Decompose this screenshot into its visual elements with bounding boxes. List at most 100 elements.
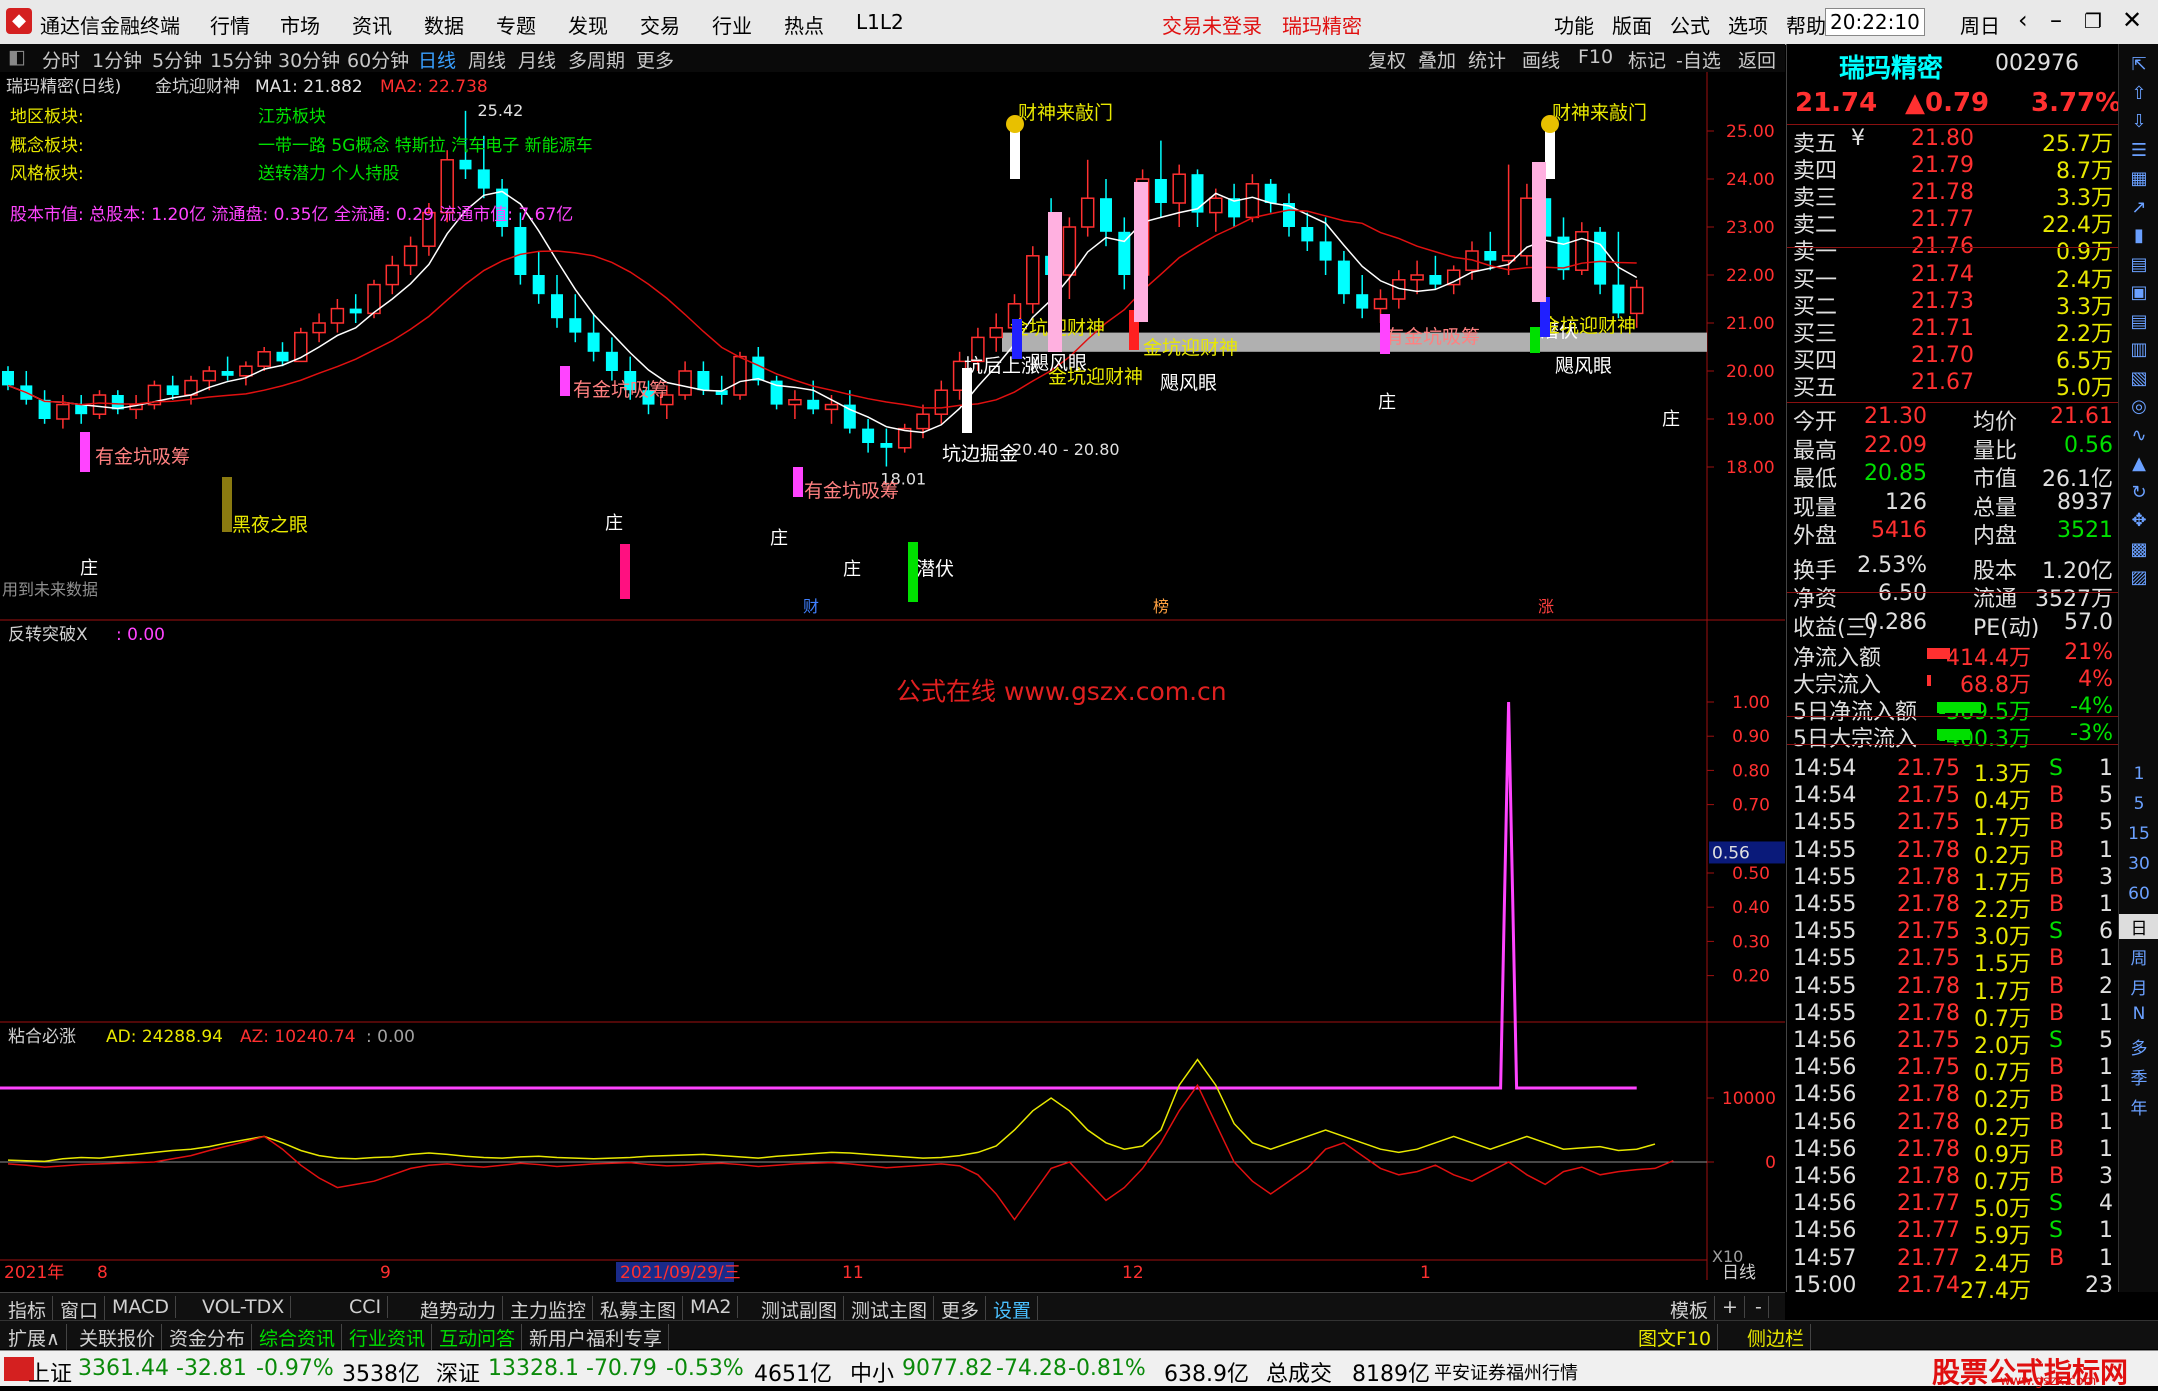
minimize-icon[interactable]: –	[2050, 6, 2062, 34]
flow-row[interactable]: 大宗流入 68.8万 4%	[1787, 667, 2119, 698]
tab-indicator-6[interactable]: 主力监控	[504, 1296, 594, 1323]
refresh-icon[interactable]: ↻	[2125, 482, 2153, 508]
tick-row[interactable]: 14:56 21.78 0.9万 B 1	[1787, 1137, 2119, 1168]
sh-name[interactable]: 上证	[28, 1356, 72, 1388]
tab-indicator-2[interactable]: MACD	[106, 1296, 176, 1318]
period-more[interactable]: 更多	[636, 46, 674, 73]
stat-row[interactable]: 净资 6.50 流通 3527万	[1787, 581, 2119, 612]
bid-row[interactable]: 买二 21.73 3.3万	[1787, 289, 2119, 320]
tab-indicator-12[interactable]: 设置	[987, 1296, 1039, 1323]
tab-info-4[interactable]: 行业资讯	[343, 1324, 433, 1351]
tab-info-6[interactable]: 新用户福利专享	[523, 1324, 670, 1351]
tab-indicator-0[interactable]: 指标	[2, 1296, 54, 1323]
period-fenshi[interactable]: 分时	[42, 46, 80, 73]
period-weekly[interactable]: 周线	[468, 46, 506, 73]
tool-return[interactable]: 返回	[1738, 46, 1776, 73]
tab-info-1[interactable]: 关联报价	[73, 1324, 163, 1351]
ask-row[interactable]: 卖四 21.79 8.7万	[1787, 153, 2119, 184]
tick-row[interactable]: 14:56 21.75 2.0万 S 5	[1787, 1028, 2119, 1059]
candle-icon[interactable]: ▮	[2125, 225, 2153, 251]
tick-row[interactable]: 14:56 21.78 0.2万 B 1	[1787, 1082, 2119, 1113]
tick-row[interactable]: 14:54 21.75 0.4万 B 5	[1787, 783, 2119, 814]
tab-right-1[interactable]: +	[1716, 1296, 1745, 1318]
tick-row[interactable]: 14:56 21.77 5.0万 S 4	[1787, 1191, 2119, 1222]
bid-row[interactable]: 买三 21.71 2.2万	[1787, 316, 2119, 347]
period-15min[interactable]: 15分钟	[210, 46, 272, 73]
toggle-icon[interactable]: ◧	[8, 46, 26, 68]
period-multi[interactable]: 多周期	[568, 46, 625, 73]
f2-icon[interactable]: ▥	[2125, 339, 2153, 365]
up-arrow-icon[interactable]: ⇧	[2125, 83, 2153, 109]
tick-row[interactable]: 14:57 21.77 2.4万 B 1	[1787, 1246, 2119, 1277]
bid-row[interactable]: 买一 21.74 2.4万	[1787, 262, 2119, 293]
tick-row[interactable]: 14:56 21.78 0.7万 B 3	[1787, 1164, 2119, 1195]
tab-indicator-7[interactable]: 私募主图	[594, 1296, 684, 1323]
menu-help[interactable]: 帮助	[1786, 10, 1826, 39]
stat-row[interactable]: 换手 2.53% 股本 1.20亿	[1787, 553, 2119, 584]
period-60min[interactable]: 60分钟	[347, 46, 409, 73]
side-period-9[interactable]: 多	[2119, 1034, 2158, 1059]
pin-icon[interactable]: ⇱	[2125, 54, 2153, 80]
stat-row[interactable]: 收益(三) 0.286 PE(动) 57.0	[1787, 610, 2119, 641]
menu-discover[interactable]: 发现	[568, 10, 608, 39]
move-icon[interactable]: ✥	[2125, 510, 2153, 536]
tab-indicator-4[interactable]: CCI	[343, 1296, 389, 1318]
side-period-7[interactable]: 月	[2119, 974, 2158, 999]
tick-row[interactable]: 14:55 21.78 1.7万 B 3	[1787, 865, 2119, 896]
bid-row[interactable]: 买五 21.67 5.0万	[1787, 370, 2119, 401]
menu-options[interactable]: 选项	[1728, 10, 1768, 39]
restore-icon[interactable]: ❐	[2084, 9, 2102, 33]
stats-icon[interactable]: ∿	[2125, 425, 2153, 451]
bid-row[interactable]: 买四 21.70 6.5万	[1787, 343, 2119, 374]
stat-row[interactable]: 外盘 5416 内盘 3521	[1787, 518, 2119, 549]
tick-row[interactable]: 15:00 21.74 27.4万 23	[1787, 1273, 2119, 1304]
trade-login-status[interactable]: 交易未登录	[1162, 10, 1262, 39]
tool-overlay[interactable]: 叠加	[1418, 46, 1456, 73]
tab-side-0[interactable]: 图文F10	[1632, 1324, 1719, 1351]
rsi-icon[interactable]: ▲	[2125, 453, 2153, 479]
side-period-8[interactable]: N	[2119, 1004, 2158, 1024]
grid-icon[interactable]: ▦	[2125, 168, 2153, 194]
kline-chart[interactable]: 25.00 24.00 23.00 22.00 21.00 20.00 19.00 18.00…	[0, 72, 1785, 1292]
tool-mark[interactable]: 标记	[1628, 46, 1666, 73]
stat-row[interactable]: 最低 20.85 市值 26.1亿	[1787, 461, 2119, 492]
f5-icon[interactable]: ▨	[2125, 567, 2153, 593]
stat-row[interactable]: 今开 21.30 均价 21.61	[1787, 404, 2119, 435]
tool-fuquan[interactable]: 复权	[1368, 46, 1406, 73]
tab-info-0[interactable]: 扩展∧	[2, 1324, 67, 1351]
tab-right-2[interactable]: -	[1749, 1296, 1769, 1318]
period-monthly[interactable]: 月线	[518, 46, 556, 73]
menu-trade[interactable]: 交易	[640, 10, 680, 39]
f4-icon[interactable]: ▩	[2125, 539, 2153, 565]
tab-indicator-9[interactable]: 测试副图	[755, 1296, 845, 1323]
f1-icon[interactable]: ▤	[2125, 311, 2153, 337]
side-period-1[interactable]: 5	[2119, 794, 2158, 814]
target-icon[interactable]: ◎	[2125, 396, 2153, 422]
tab-indicator-1[interactable]: 窗口	[54, 1296, 106, 1323]
side-period-2[interactable]: 15	[2119, 824, 2158, 844]
side-period-11[interactable]: 年	[2119, 1094, 2158, 1119]
tab-info-3[interactable]: 综合资讯	[253, 1324, 343, 1351]
side-period-3[interactable]: 30	[2119, 854, 2158, 874]
period-30min[interactable]: 30分钟	[278, 46, 340, 73]
tick-row[interactable]: 14:55 21.75 1.7万 B 5	[1787, 810, 2119, 841]
tool-draw[interactable]: 画线	[1522, 46, 1560, 73]
tab-info-2[interactable]: 资金分布	[163, 1324, 253, 1351]
ask-row[interactable]: 卖五 ¥21.80 25.7万	[1787, 126, 2119, 157]
doc-icon[interactable]: ▤	[2125, 254, 2153, 280]
side-period-10[interactable]: 季	[2119, 1064, 2158, 1089]
tick-row[interactable]: 14:56 21.77 5.9万 S 1	[1787, 1218, 2119, 1249]
menu-news[interactable]: 资讯	[352, 10, 392, 39]
tick-row[interactable]: 14:55 21.78 2.2万 B 1	[1787, 892, 2119, 923]
tab-indicator-5[interactable]: 趋势动力	[414, 1296, 504, 1323]
stat-row[interactable]: 最高 22.09 量比 0.56	[1787, 433, 2119, 464]
menu-topic[interactable]: 专题	[496, 10, 536, 39]
ask-row[interactable]: 卖二 21.77 22.4万	[1787, 207, 2119, 238]
side-period-5[interactable]: 日	[2119, 914, 2158, 939]
list-icon[interactable]: ☰	[2125, 140, 2153, 166]
tick-row[interactable]: 14:56 21.75 0.7万 B 1	[1787, 1055, 2119, 1086]
tool-watchlist[interactable]: -自选	[1676, 46, 1721, 73]
menu-market[interactable]: 市场	[280, 10, 320, 39]
tab-indicator-3[interactable]: VOL-TDX	[196, 1296, 292, 1318]
menu-layout[interactable]: 版面	[1612, 10, 1652, 39]
